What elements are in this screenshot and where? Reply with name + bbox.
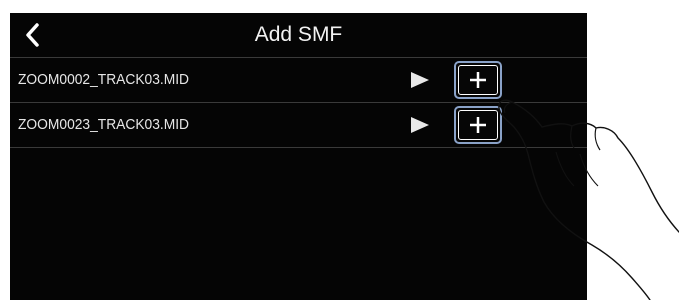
page-title: Add SMF <box>254 23 343 46</box>
play-button[interactable] <box>409 69 431 91</box>
play-button[interactable] <box>409 114 431 136</box>
file-name: ZOOM0023_TRACK03.MID <box>18 116 190 133</box>
tap-hand-icon <box>498 99 679 300</box>
play-icon <box>411 72 429 88</box>
header-bar: Add SMF <box>10 13 587 58</box>
play-icon <box>411 117 429 133</box>
file-name: ZOOM0002_TRACK03.MID <box>18 71 190 88</box>
